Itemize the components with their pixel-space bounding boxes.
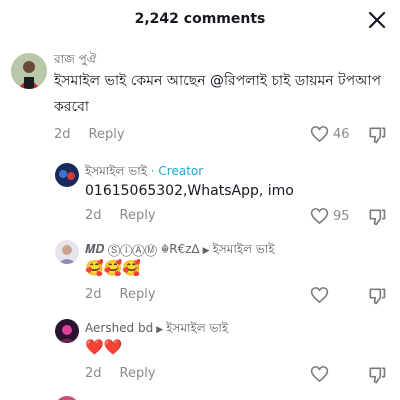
reply-to-user[interactable]: ইসমাইল ভাই bbox=[166, 321, 228, 335]
username-text: Aershed bd bbox=[85, 321, 154, 335]
reply-item: Aershed bd ▶ ইসমাইল ভাই ❤️❤️ 2d Reply bbox=[0, 0, 400, 390]
reply-time: 2d bbox=[85, 366, 102, 381]
reply-emojis: ❤️❤️ bbox=[85, 338, 123, 356]
avatar[interactable] bbox=[55, 396, 79, 400]
like-button[interactable] bbox=[310, 365, 329, 383]
dislike-icon[interactable] bbox=[367, 365, 387, 385]
avatar[interactable] bbox=[55, 319, 79, 343]
reply-username[interactable]: Aershed bd ▶ ইসমাইল ভাই bbox=[85, 320, 228, 340]
heart-icon bbox=[310, 366, 329, 383]
reply-meta: 2d Reply bbox=[85, 366, 156, 381]
reply-arrow-icon: ▶ bbox=[156, 325, 164, 335]
avatar-image bbox=[55, 319, 79, 343]
reply-button[interactable]: Reply bbox=[120, 366, 156, 381]
